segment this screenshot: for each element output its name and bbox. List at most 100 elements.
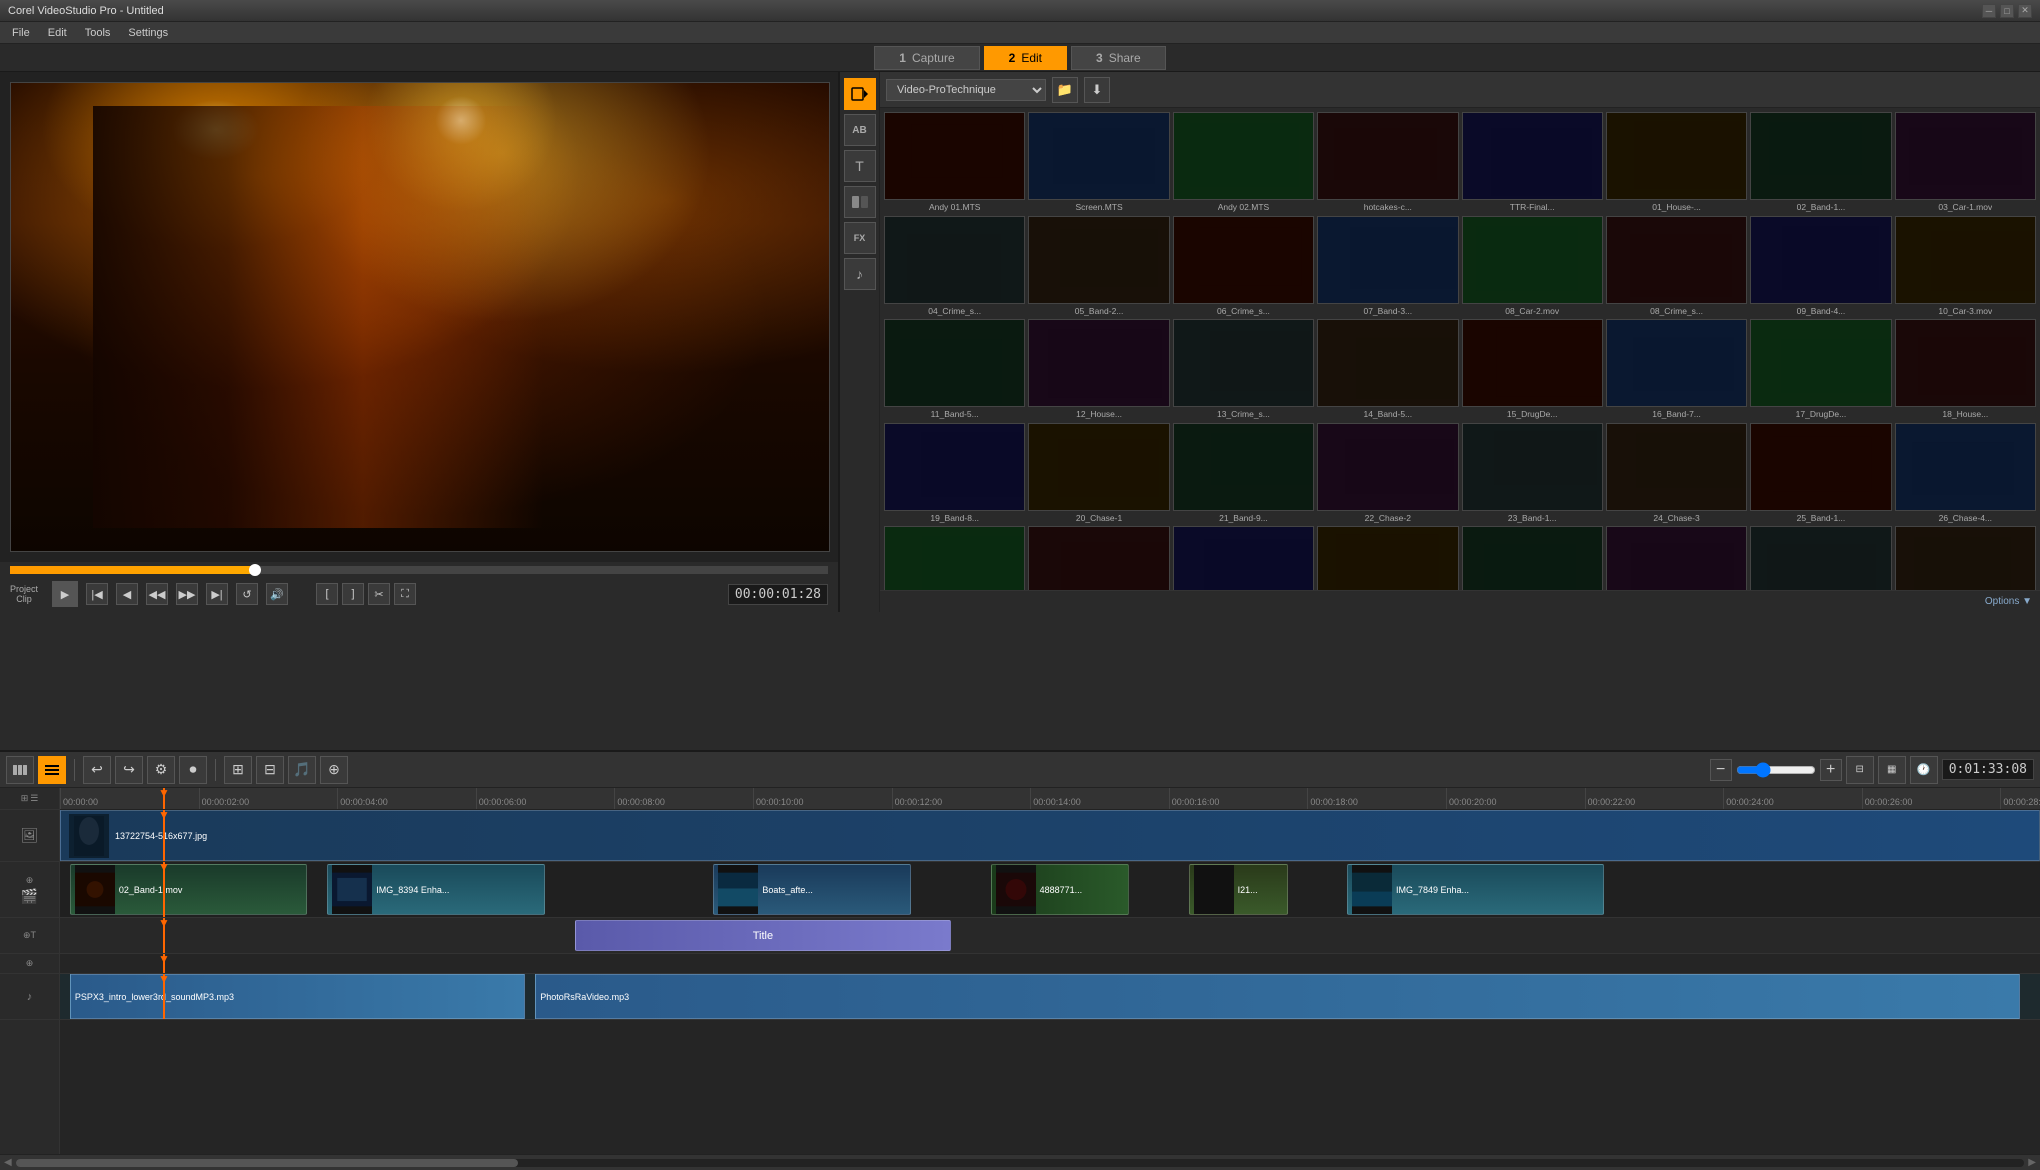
library-thumb-16[interactable]: 11_Band-5... xyxy=(884,319,1025,420)
scroll-left-btn[interactable]: ◀ xyxy=(4,1157,12,1168)
tl-audio-btn[interactable]: 🎵 xyxy=(288,756,316,784)
library-thumb-32[interactable]: 27_Band-1... xyxy=(884,526,1025,590)
library-thumb-37[interactable]: 32_CopInB... xyxy=(1606,526,1747,590)
mark-in-btn[interactable]: [ xyxy=(316,583,338,605)
library-thumb-34[interactable]: 29_Band-1... xyxy=(1173,526,1314,590)
clip-photo[interactable]: 13722754-516x677.jpg xyxy=(60,810,2040,861)
library-thumb-23[interactable]: 18_House... xyxy=(1895,319,2036,420)
track-label-audio1[interactable]: ⊕ xyxy=(0,954,59,974)
seekbar-thumb[interactable] xyxy=(249,564,261,576)
clip-video-1[interactable]: 02_Band-1.mov xyxy=(70,864,308,915)
library-thumb-28[interactable]: 23_Band-1... xyxy=(1462,423,1603,524)
clip-title[interactable]: Title xyxy=(575,920,951,951)
library-thumb-18[interactable]: 13_Crime_s... xyxy=(1173,319,1314,420)
library-thumb-4[interactable]: TTR-Final... xyxy=(1462,112,1603,213)
lib-folder-btn[interactable]: 📁 xyxy=(1052,77,1078,103)
library-thumb-30[interactable]: 25_Band-1... xyxy=(1750,423,1891,524)
prev-frame-btn[interactable]: ◀ xyxy=(116,583,138,605)
library-thumb-31[interactable]: 26_Chase-4... xyxy=(1895,423,2036,524)
library-thumb-0[interactable]: Andy 01.MTS xyxy=(884,112,1025,213)
sidebar-music-icon[interactable]: ♪ xyxy=(844,258,876,290)
sidebar-title-icon[interactable]: T xyxy=(844,150,876,182)
go-start-btn[interactable]: |◀ xyxy=(86,583,108,605)
library-thumb-35[interactable]: 30_CopInB... xyxy=(1317,526,1458,590)
library-thumb-24[interactable]: 19_Band-8... xyxy=(884,423,1025,524)
clip-video-5[interactable]: I21... xyxy=(1189,864,1288,915)
rewind-btn[interactable]: ◀◀ xyxy=(146,583,168,605)
library-thumb-6[interactable]: 02_Band-1... xyxy=(1750,112,1891,213)
library-thumb-7[interactable]: 03_Car-1.mov xyxy=(1895,112,2036,213)
sidebar-text-icon[interactable]: AB xyxy=(844,114,876,146)
tl-zoom-out-btn[interactable]: − xyxy=(1710,759,1732,781)
library-thumb-26[interactable]: 21_Band-9... xyxy=(1173,423,1314,524)
menu-file[interactable]: File xyxy=(4,25,38,41)
timeline-ruler[interactable]: 00:00:00 00:00:02:00 00:00:04:00 00:00:0… xyxy=(60,788,2040,810)
split-btn[interactable]: ✂ xyxy=(368,583,390,605)
library-thumb-38[interactable]: 33_Band-1... xyxy=(1750,526,1891,590)
clip-video-4[interactable]: 4888771... xyxy=(991,864,1130,915)
scroll-thumb[interactable] xyxy=(16,1159,518,1167)
play-button[interactable]: ▶ xyxy=(52,581,78,607)
library-thumb-3[interactable]: hotcakes-c... xyxy=(1317,112,1458,213)
tl-zoom-slider[interactable] xyxy=(1736,762,1816,778)
library-thumb-13[interactable]: 08_Crime_s... xyxy=(1606,216,1747,317)
next-frame-btn[interactable]: ▶| xyxy=(206,583,228,605)
library-thumb-5[interactable]: 01_House-... xyxy=(1606,112,1747,213)
minimize-btn[interactable]: ─ xyxy=(1982,4,1996,18)
library-thumb-20[interactable]: 15_DrugDe... xyxy=(1462,319,1603,420)
tl-settings-btn[interactable]: ⚙ xyxy=(147,756,175,784)
library-thumb-1[interactable]: Screen.MTS xyxy=(1028,112,1169,213)
tl-zoom-in-btn[interactable]: + xyxy=(1820,759,1842,781)
scroll-track[interactable] xyxy=(16,1159,2025,1167)
tl-fit-btn[interactable]: ⊟ xyxy=(1846,756,1874,784)
clip-video-3[interactable]: Boats_afte... xyxy=(713,864,911,915)
sidebar-video-icon[interactable] xyxy=(844,78,876,110)
library-thumb-2[interactable]: Andy 02.MTS xyxy=(1173,112,1314,213)
playhead[interactable] xyxy=(163,788,165,809)
tl-redo-btn[interactable]: ↪ xyxy=(115,756,143,784)
sidebar-transition-icon[interactable] xyxy=(844,186,876,218)
library-dropdown[interactable]: Video-ProTechnique xyxy=(886,79,1046,101)
library-thumb-39[interactable]: 34_Cop_Gu... xyxy=(1895,526,2036,590)
library-thumb-33[interactable]: 28_Chase-5 xyxy=(1028,526,1169,590)
loop-btn[interactable]: ↺ xyxy=(236,583,258,605)
scroll-right-btn[interactable]: ▶ xyxy=(2028,1157,2036,1168)
sidebar-fx-icon[interactable]: FX xyxy=(844,222,876,254)
audio1-mute-btn[interactable]: ⊕ xyxy=(26,958,34,969)
menu-settings[interactable]: Settings xyxy=(120,25,176,41)
fullscreen-btn[interactable]: ⛶ xyxy=(394,583,416,605)
library-thumb-29[interactable]: 24_Chase-3 xyxy=(1606,423,1747,524)
clip-audio-1[interactable]: PSPX3_intro_lower3rd_soundMP3.mp3 xyxy=(70,974,525,1019)
track-label-overlay[interactable]: ⊕T xyxy=(0,918,59,954)
library-thumb-15[interactable]: 10_Car-3.mov xyxy=(1895,216,2036,317)
seekbar[interactable] xyxy=(10,566,828,574)
overlay-track-mix-btn[interactable]: ⊕T xyxy=(23,930,36,941)
forward-btn[interactable]: ▶▶ xyxy=(176,583,198,605)
clip-video-2[interactable]: IMG_8394 Enha... xyxy=(327,864,545,915)
tl-adjust-btn[interactable]: ⊕ xyxy=(320,756,348,784)
maximize-btn[interactable]: □ xyxy=(2000,4,2014,18)
track-label-photo[interactable]: 🖼 xyxy=(0,810,59,862)
library-thumb-21[interactable]: 16_Band-7... xyxy=(1606,319,1747,420)
tl-undo-btn[interactable]: ↩ xyxy=(83,756,111,784)
close-btn[interactable]: ✕ xyxy=(2018,4,2032,18)
library-thumb-22[interactable]: 17_DrugDe... xyxy=(1750,319,1891,420)
track-label-audio2[interactable]: ♪ xyxy=(0,974,59,1020)
tab-edit[interactable]: 2 Edit xyxy=(984,46,1067,70)
track-select-icon[interactable]: ⊞ xyxy=(21,793,29,804)
library-thumb-25[interactable]: 20_Chase-1 xyxy=(1028,423,1169,524)
tab-share[interactable]: 3 Share xyxy=(1071,46,1166,70)
lib-import-btn[interactable]: ⬇ xyxy=(1084,77,1110,103)
library-thumb-14[interactable]: 09_Band-4... xyxy=(1750,216,1891,317)
options-label[interactable]: Options ▼ xyxy=(1985,596,2032,607)
clip-audio-2[interactable]: PhotoRsRaVideo.mp3 xyxy=(535,974,2020,1019)
library-thumb-19[interactable]: 14_Band-5... xyxy=(1317,319,1458,420)
clip-video-6[interactable]: IMG_7849 Enha... xyxy=(1347,864,1604,915)
mark-out-btn[interactable]: ] xyxy=(342,583,364,605)
library-thumb-12[interactable]: 08_Car-2.mov xyxy=(1462,216,1603,317)
tl-view-btn[interactable]: ▦ xyxy=(1878,756,1906,784)
track-list-icon[interactable]: ☰ xyxy=(30,793,38,804)
tl-snap-btn[interactable]: ⊞ xyxy=(224,756,252,784)
library-thumb-10[interactable]: 06_Crime_s... xyxy=(1173,216,1314,317)
menu-edit[interactable]: Edit xyxy=(40,25,75,41)
